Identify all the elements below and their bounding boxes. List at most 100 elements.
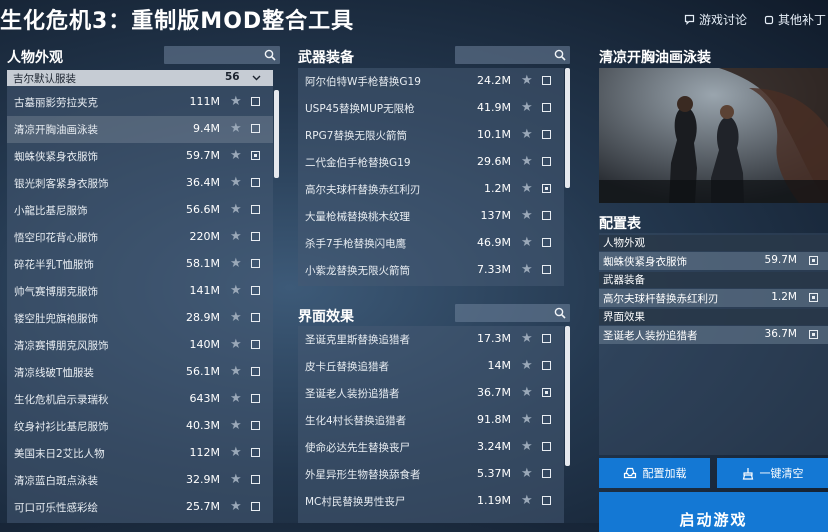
list-item[interactable]: 阿尔伯特W手枪替换G19 24.2M ★: [298, 68, 564, 95]
item-checkbox[interactable]: [251, 421, 260, 430]
character-scrollbar[interactable]: [274, 90, 279, 178]
weapons-search-input[interactable]: [455, 46, 570, 64]
list-item[interactable]: 高尔夫球杆替换赤红利刃 1.2M ★: [298, 176, 564, 203]
star-icon[interactable]: ★: [230, 418, 242, 433]
item-checkbox[interactable]: [251, 394, 260, 403]
list-item[interactable]: 古墓丽影劳拉夹克 111M ★: [7, 89, 273, 116]
launch-game-button[interactable]: 启动游戏: [599, 492, 828, 532]
item-checkbox[interactable]: [542, 211, 551, 220]
star-icon[interactable]: ★: [230, 148, 242, 163]
item-checkbox[interactable]: [251, 448, 260, 457]
list-item[interactable]: 纹身衬衫比基尼服饰 40.3M ★: [7, 413, 273, 440]
list-item[interactable]: 大量枪械替换桃木纹理 137M ★: [298, 203, 564, 230]
search-icon[interactable]: [554, 49, 566, 61]
character-group-header[interactable]: 吉尔默认服装 56: [7, 70, 273, 86]
list-item[interactable]: 帅气赛博朋克服饰 141M ★: [7, 278, 273, 305]
list-item[interactable]: 杀手7手枪替换闪电鹰 46.9M ★: [298, 230, 564, 257]
star-icon[interactable]: ★: [521, 466, 533, 481]
other-patches-link[interactable]: 其他补丁: [764, 11, 826, 28]
star-icon[interactable]: ★: [521, 208, 533, 223]
item-checkbox[interactable]: [542, 361, 551, 370]
item-checkbox[interactable]: [251, 178, 260, 187]
star-icon[interactable]: ★: [230, 364, 242, 379]
config-item[interactable]: 高尔夫球杆替换赤红利刃 1.2M: [599, 289, 828, 307]
list-item[interactable]: 清凉赛博朋克风服饰 140M ★: [7, 332, 273, 359]
list-item[interactable]: 清凉蓝白斑点泳装 32.9M ★: [7, 467, 273, 494]
list-item[interactable]: 圣诞克里斯替换追猎者 17.3M ★: [298, 326, 564, 353]
star-icon[interactable]: ★: [521, 235, 533, 250]
clear-all-button[interactable]: 一键清空: [717, 458, 828, 488]
config-item-checkbox[interactable]: [809, 330, 818, 339]
star-icon[interactable]: ★: [521, 127, 533, 142]
weapons-search[interactable]: [455, 46, 570, 64]
config-item-checkbox[interactable]: [809, 256, 818, 265]
star-icon[interactable]: ★: [230, 337, 242, 352]
item-checkbox[interactable]: [251, 205, 260, 214]
list-item[interactable]: 生化危机启示录瑞秋 643M ★: [7, 386, 273, 413]
item-checkbox[interactable]: [251, 502, 260, 511]
list-item[interactable]: 蜘蛛侠紧身衣服饰 59.7M ★: [7, 143, 273, 170]
list-item[interactable]: 悟空印花背心服饰 220M ★: [7, 224, 273, 251]
star-icon[interactable]: ★: [230, 472, 242, 487]
star-icon[interactable]: ★: [230, 94, 242, 109]
star-icon[interactable]: ★: [521, 100, 533, 115]
star-icon[interactable]: ★: [230, 202, 242, 217]
item-checkbox[interactable]: [251, 232, 260, 241]
ui-effects-search-input[interactable]: [455, 304, 570, 322]
star-icon[interactable]: ★: [521, 358, 533, 373]
list-item[interactable]: 小龍比基尼服饰 56.6M ★: [7, 197, 273, 224]
item-checkbox[interactable]: [542, 415, 551, 424]
list-item[interactable]: 皮卡丘替换追猎者 14M ★: [298, 353, 564, 380]
list-item[interactable]: 镂空肚兜旗袍服饰 28.9M ★: [7, 305, 273, 332]
item-checkbox[interactable]: [542, 334, 551, 343]
list-item[interactable]: 银光刺客紧身衣服饰 36.4M ★: [7, 170, 273, 197]
list-item[interactable]: 二代金伯手枪替换G19 29.6M ★: [298, 149, 564, 176]
list-item[interactable]: MC村民替换男性丧尸 1.19M ★: [298, 488, 564, 515]
item-checkbox[interactable]: [251, 340, 260, 349]
star-icon[interactable]: ★: [230, 391, 242, 406]
list-item[interactable]: 清凉线破T恤服装 56.1M ★: [7, 359, 273, 386]
character-search-input[interactable]: [164, 46, 280, 64]
list-item[interactable]: 清凉开胸油画泳装 9.4M ★: [7, 116, 273, 143]
ui-effects-search[interactable]: [455, 304, 570, 322]
star-icon[interactable]: ★: [521, 412, 533, 427]
item-checkbox[interactable]: [542, 469, 551, 478]
item-checkbox[interactable]: [542, 265, 551, 274]
weapons-scrollbar[interactable]: [565, 68, 570, 188]
star-icon[interactable]: ★: [230, 175, 242, 190]
star-icon[interactable]: ★: [230, 121, 242, 136]
list-item[interactable]: 碎花半乳T恤服饰 58.1M ★: [7, 251, 273, 278]
list-item[interactable]: 小紫龙替换无限火箭筒 7.33M ★: [298, 257, 564, 284]
star-icon[interactable]: ★: [521, 262, 533, 277]
config-item[interactable]: 圣诞老人装扮追猎者 36.7M: [599, 326, 828, 344]
search-icon[interactable]: [264, 49, 276, 61]
item-checkbox[interactable]: [542, 184, 551, 193]
config-item-checkbox[interactable]: [809, 293, 818, 302]
item-checkbox[interactable]: [251, 151, 260, 160]
list-item[interactable]: 可口可乐性感彩绘 25.7M ★: [7, 494, 273, 521]
item-checkbox[interactable]: [251, 475, 260, 484]
item-checkbox[interactable]: [542, 496, 551, 505]
item-checkbox[interactable]: [542, 130, 551, 139]
star-icon[interactable]: ★: [230, 256, 242, 271]
item-checkbox[interactable]: [542, 238, 551, 247]
item-checkbox[interactable]: [251, 313, 260, 322]
item-checkbox[interactable]: [251, 97, 260, 106]
star-icon[interactable]: ★: [521, 181, 533, 196]
item-checkbox[interactable]: [542, 157, 551, 166]
list-item[interactable]: RPG7替换无限火箭筒 10.1M ★: [298, 122, 564, 149]
star-icon[interactable]: ★: [230, 283, 242, 298]
star-icon[interactable]: ★: [521, 385, 533, 400]
ui-effects-scrollbar[interactable]: [565, 326, 570, 466]
item-checkbox[interactable]: [251, 367, 260, 376]
item-checkbox[interactable]: [542, 103, 551, 112]
game-discussion-link[interactable]: 游戏讨论: [684, 11, 747, 28]
list-item[interactable]: 美国末日2艾比人物 112M ★: [7, 440, 273, 467]
star-icon[interactable]: ★: [230, 499, 242, 514]
star-icon[interactable]: ★: [521, 73, 533, 88]
star-icon[interactable]: ★: [521, 439, 533, 454]
star-icon[interactable]: ★: [521, 331, 533, 346]
list-item[interactable]: 圣诞老人装扮追猎者 36.7M ★: [298, 380, 564, 407]
star-icon[interactable]: ★: [521, 154, 533, 169]
star-icon[interactable]: ★: [521, 493, 533, 508]
